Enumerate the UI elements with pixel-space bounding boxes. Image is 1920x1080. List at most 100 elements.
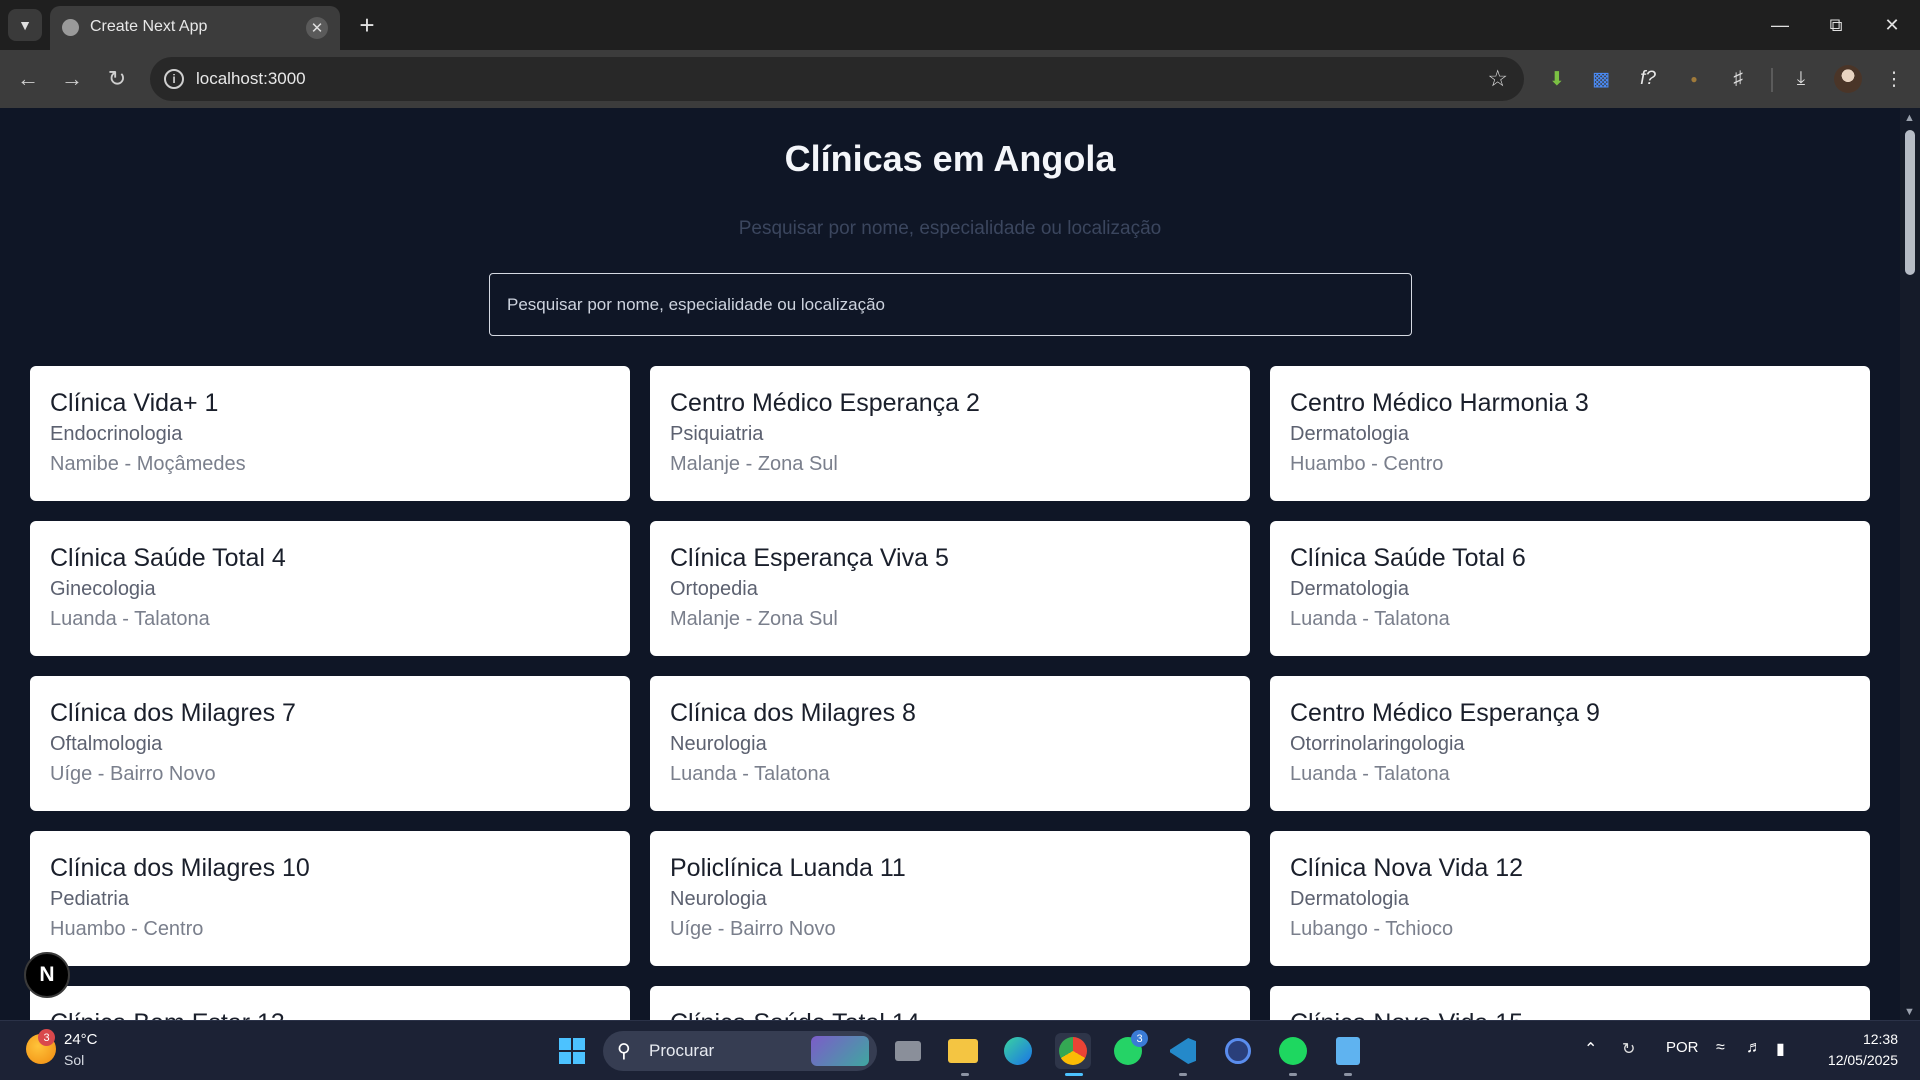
clinic-specialty: Dermatologia (1290, 423, 1409, 445)
clinic-location: Uíge - Bairro Novo (50, 763, 216, 785)
clinic-specialty: Dermatologia (1290, 578, 1409, 600)
address-bar[interactable]: i localhost:3000 ☆ (150, 57, 1524, 101)
spotify-icon[interactable] (1275, 1033, 1311, 1069)
search-box[interactable] (489, 273, 1412, 336)
scroll-up-arrow-icon[interactable]: ▲ (1904, 112, 1915, 124)
app-icon[interactable] (1220, 1033, 1256, 1069)
clinic-name: Clínica Esperança Viva 5 (670, 544, 949, 572)
restore-button[interactable]: ⧉ (1808, 0, 1864, 50)
volume-icon[interactable]: ♬ (1746, 1039, 1762, 1057)
weather-temperature[interactable]: 24°C (64, 1031, 98, 1048)
taskbar-search[interactable]: ⚲ Procurar (603, 1031, 877, 1071)
clinic-card[interactable]: Clínica Vida+ 1 Endocrinologia Namibe - Mo… (30, 366, 630, 501)
clinic-name: Centro Médico Esperança 2 (670, 389, 980, 417)
page-viewport: Clínicas em Angola Pesquisar por nome, e… (0, 108, 1900, 1020)
clinic-specialty: Pediatria (50, 888, 129, 910)
clinic-specialty: Ortopedia (670, 578, 758, 600)
clinic-name: Clínica Saúde Total 4 (50, 544, 286, 572)
clinic-specialty: Otorrinolaringologia (1290, 733, 1465, 755)
wifi-icon[interactable]: ≈ (1716, 1039, 1725, 1057)
nextjs-dev-badge[interactable]: N (24, 952, 70, 998)
sync-icon[interactable]: ↻ (1622, 1039, 1635, 1059)
url-text: localhost:3000 (196, 69, 306, 88)
minimize-button[interactable]: — (1752, 0, 1808, 50)
clinic-card[interactable]: Clínica Saúde Total 14 (650, 986, 1250, 1020)
task-view-icon[interactable] (890, 1033, 926, 1069)
tab-search-button[interactable]: ▼ (8, 9, 42, 41)
clinic-name: Policlínica Luanda 11 (670, 854, 906, 882)
clinic-card[interactable]: Policlínica Luanda 11 Neurologia Uíge - Ba… (650, 831, 1250, 966)
clinic-name: Clínica Bem Estar 13 (50, 1008, 610, 1020)
windows-start-icon[interactable] (554, 1033, 590, 1069)
clinic-card[interactable]: Clínica Nova Vida 12 Dermatologia Lubango … (1270, 831, 1870, 966)
close-tab-icon[interactable]: ✕ (306, 17, 328, 39)
taskbar-search-label: Procurar (649, 1041, 715, 1060)
browser-tab-strip: ▼ Create Next App ✕ + — ⧉ ✕ (0, 0, 1920, 50)
extensions-puzzle-icon[interactable]: ♯ (1722, 63, 1754, 95)
edge-browser-icon[interactable] (1000, 1033, 1036, 1069)
clinic-card[interactable]: Clínica Nova Vida 15 (1270, 986, 1870, 1020)
globe-icon (62, 19, 79, 36)
downloads-icon[interactable]: ⤓ (1785, 63, 1817, 95)
running-indicator (1289, 1073, 1297, 1076)
toolbar-divider (1771, 68, 1773, 92)
clinic-card[interactable]: Clínica dos Milagres 10 Pediatria Huambo -… (30, 831, 630, 966)
clinic-card[interactable]: Centro Médico Esperança 9 Otorrinolaringo… (1270, 676, 1870, 811)
file-explorer-icon[interactable] (945, 1033, 981, 1069)
browser-toolbar: ← → ↻ i localhost:3000 ☆ ⬇ ▩ f? ● ♯ ⤓ ⋮ (0, 50, 1920, 108)
clinic-card[interactable]: Centro Médico Harmonia 3 Dermatologia Huam… (1270, 366, 1870, 501)
chevron-down-icon: ▼ (18, 17, 32, 33)
download-extension-icon[interactable]: ⬇ (1541, 63, 1573, 95)
scroll-down-arrow-icon[interactable]: ▼ (1904, 1006, 1915, 1018)
clinic-card[interactable]: Clínica Esperança Viva 5 Ortopedia Malanje… (650, 521, 1250, 656)
clinic-location: Luanda - Talatona (670, 763, 830, 785)
clinic-location: Luanda - Talatona (1290, 763, 1450, 785)
site-info-icon[interactable]: i (164, 69, 184, 89)
bookmark-star-icon[interactable]: ☆ (1487, 65, 1508, 92)
clock-time[interactable]: 12:38 (1840, 1031, 1898, 1047)
forward-button[interactable]: → (56, 63, 88, 95)
extension-icon[interactable]: ● (1678, 63, 1710, 95)
search-input[interactable] (490, 274, 1411, 335)
windows-taskbar: 3 24°C Sol ⚲ Procurar 3 ⌃ ↻ POR ≈ ♬ ▮ 12… (0, 1020, 1920, 1080)
clinic-card[interactable]: Clínica Bem Estar 13 (30, 986, 630, 1020)
clinic-card[interactable]: Clínica Saúde Total 4 Ginecologia Luanda -… (30, 521, 630, 656)
browser-tab-active[interactable]: Create Next App ✕ (50, 6, 340, 50)
clock-date[interactable]: 12/05/2025 (1810, 1052, 1898, 1068)
clinic-name: Clínica dos Milagres 8 (670, 699, 916, 727)
clinic-name: Clínica Vida+ 1 (50, 389, 219, 417)
chrome-icon[interactable] (1055, 1033, 1091, 1069)
running-indicator (1344, 1073, 1352, 1076)
new-tab-button[interactable]: + (352, 10, 382, 40)
clinic-grid: Clínica Vida+ 1 Endocrinologia Namibe - Mo… (30, 366, 1871, 1020)
clinic-specialty: Dermatologia (1290, 888, 1409, 910)
notepad-icon[interactable] (1330, 1033, 1366, 1069)
page-title: Clínicas em Angola (784, 138, 1116, 179)
clinic-location: Luanda - Talatona (1290, 608, 1450, 630)
formula-extension-icon[interactable]: f? (1632, 63, 1664, 95)
clinic-card[interactable]: Clínica Saúde Total 6 Dermatologia Luanda … (1270, 521, 1870, 656)
translate-extension-icon[interactable]: ▩ (1585, 63, 1617, 95)
clinic-location: Lubango - Tchioco (1290, 918, 1454, 940)
weather-condition[interactable]: Sol (64, 1052, 84, 1068)
battery-icon[interactable]: ▮ (1776, 1039, 1785, 1059)
clinic-name: Clínica Saúde Total 14 (670, 1008, 1230, 1020)
clinic-location: Uíge - Bairro Novo (670, 918, 836, 940)
chevron-up-icon[interactable]: ⌃ (1584, 1039, 1597, 1059)
vscode-icon[interactable] (1165, 1033, 1201, 1069)
clinic-card[interactable]: Clínica dos Milagres 8 Neurologia Luanda -… (650, 676, 1250, 811)
clinic-location: Huambo - Centro (1290, 453, 1444, 475)
language-indicator[interactable]: POR (1666, 1039, 1699, 1056)
clinic-card[interactable]: Centro Médico Esperança 2 Psiquiatria Mala… (650, 366, 1250, 501)
clinic-location: Malanje - Zona Sul (670, 453, 838, 475)
back-button[interactable]: ← (12, 63, 44, 95)
scrollbar-thumb[interactable] (1905, 130, 1915, 275)
more-menu-icon[interactable]: ⋮ (1878, 63, 1910, 95)
page-subtitle: Pesquisar por nome, especialidade ou loc… (738, 218, 1162, 239)
running-indicator (961, 1073, 969, 1076)
clinic-card[interactable]: Clínica dos Milagres 7 Oftalmologia Uíge -… (30, 676, 630, 811)
profile-avatar[interactable] (1834, 65, 1862, 93)
close-window-button[interactable]: ✕ (1864, 0, 1920, 50)
reload-button[interactable]: ↻ (101, 63, 133, 95)
page-scrollbar[interactable]: ▲ ▼ (1900, 108, 1920, 1020)
